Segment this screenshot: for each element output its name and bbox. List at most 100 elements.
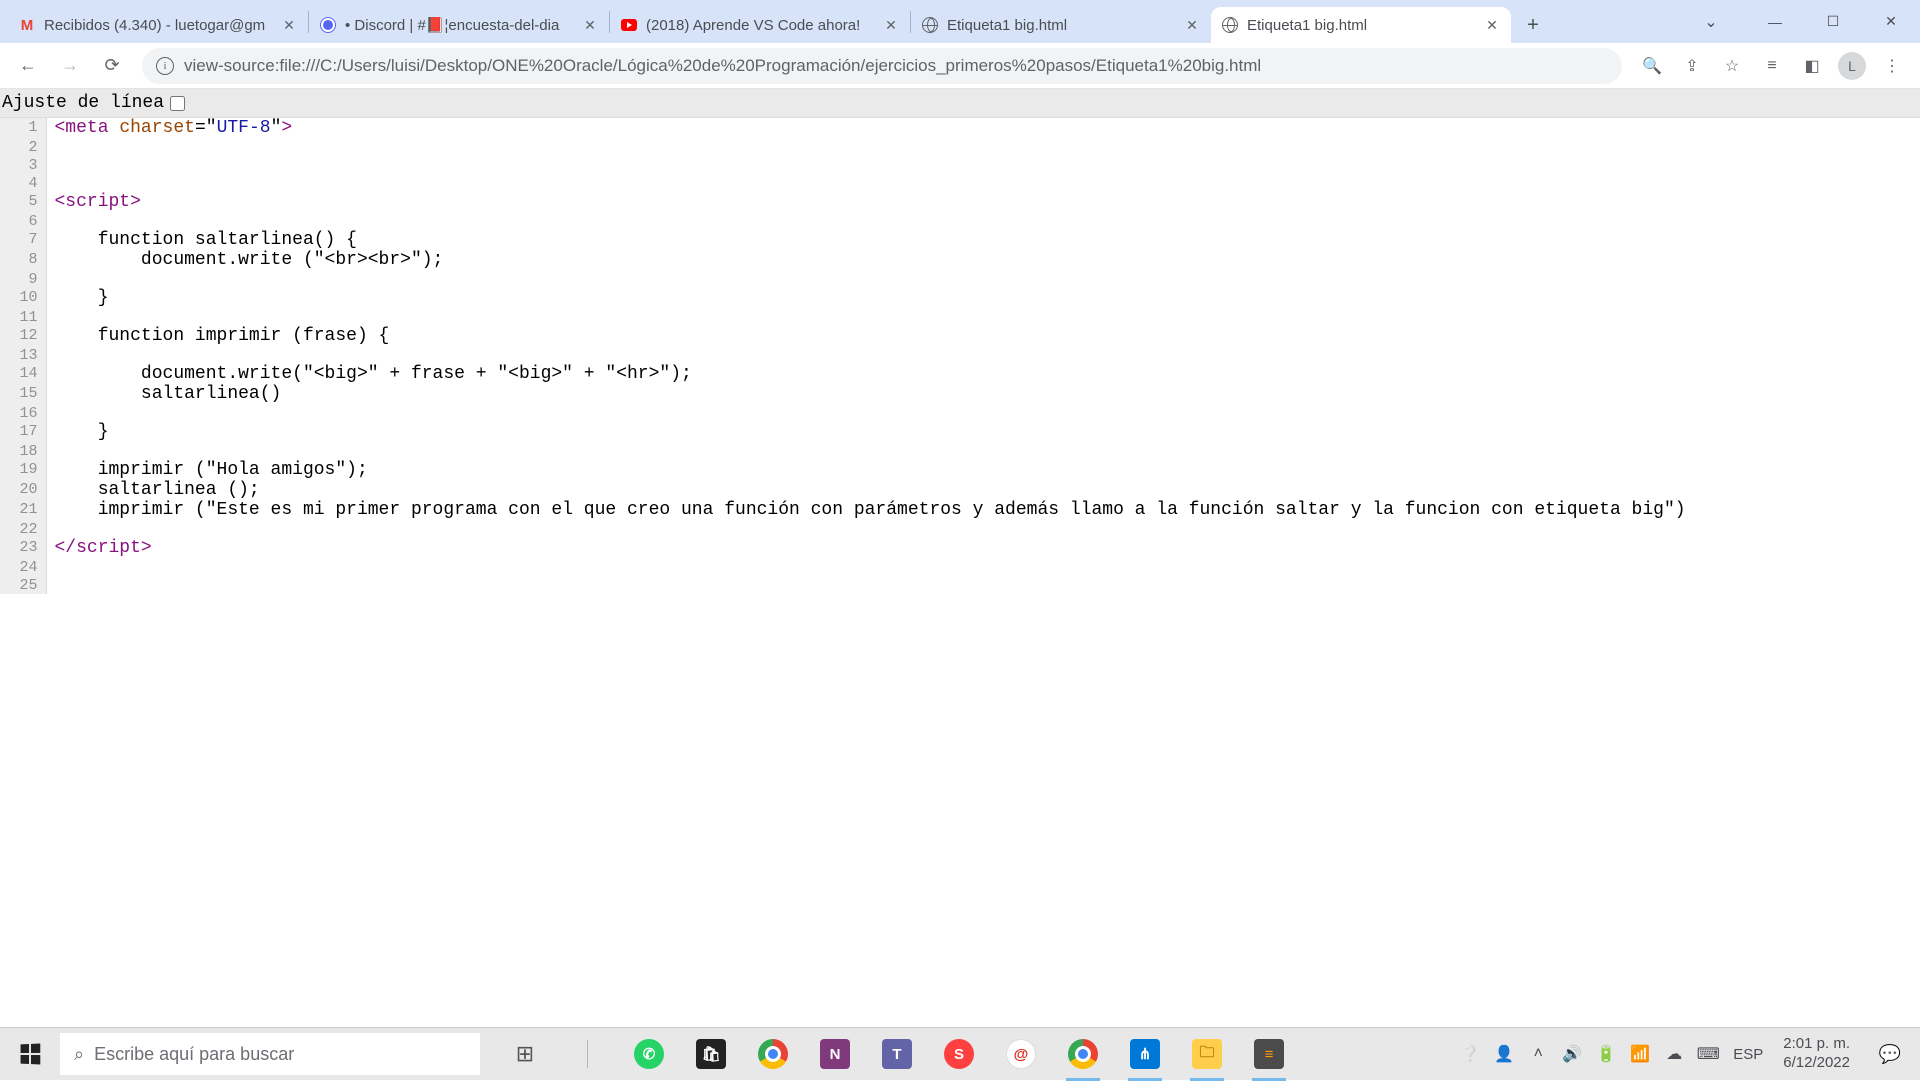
line-wrap-control: Ajuste de línea [0, 89, 1920, 118]
side-panel-icon[interactable]: ◧ [1794, 48, 1830, 84]
line-code[interactable] [46, 270, 1920, 288]
search-placeholder: Escribe aquí para buscar [94, 1044, 294, 1065]
line-code[interactable] [46, 138, 1920, 156]
maximize-button[interactable]: ☐ [1804, 0, 1862, 43]
battery-icon[interactable]: 🔋 [1593, 1028, 1619, 1081]
onenote-icon[interactable]: N [804, 1028, 866, 1081]
tab-etiqueta-source[interactable]: Etiqueta1 big.html ✕ [1211, 7, 1511, 43]
line-code[interactable]: saltarlinea (); [46, 480, 1920, 500]
new-tab-button[interactable]: + [1515, 7, 1551, 43]
source-line: 2 [0, 138, 1920, 156]
url-bar[interactable]: i view-source:file:///C:/Users/luisi/Des… [142, 48, 1622, 84]
line-code[interactable] [46, 212, 1920, 230]
line-code[interactable] [46, 576, 1920, 594]
line-code[interactable]: document.write ("<br><br>"); [46, 250, 1920, 270]
line-code[interactable]: function imprimir (frase) { [46, 326, 1920, 346]
line-code[interactable]: function saltarlinea() { [46, 230, 1920, 250]
help-icon[interactable]: ❔ [1457, 1028, 1483, 1081]
line-code[interactable]: } [46, 288, 1920, 308]
volume-icon[interactable]: 🔊 [1559, 1028, 1585, 1081]
tab-discord[interactable]: • Discord | #📕¦encuesta-del-dia ✕ [309, 7, 609, 43]
source-line: 25 [0, 576, 1920, 594]
line-number: 11 [0, 308, 46, 326]
action-center-icon[interactable]: 💬 [1866, 1028, 1914, 1081]
line-code[interactable]: imprimir ("Hola amigos"); [46, 460, 1920, 480]
close-icon[interactable]: ✕ [882, 16, 900, 34]
app-s-icon[interactable]: S [928, 1028, 990, 1081]
taskbar-search[interactable]: ⌕ Escribe aquí para buscar [60, 1033, 480, 1075]
reload-button[interactable]: ⟳ [94, 48, 130, 84]
line-code[interactable]: <script> [46, 192, 1920, 212]
line-number: 21 [0, 500, 46, 520]
source-line: 5<script> [0, 192, 1920, 212]
line-wrap-checkbox[interactable] [170, 96, 185, 111]
file-explorer-icon[interactable]: 🗀 [1176, 1028, 1238, 1081]
source-line: 19 imprimir ("Hola amigos"); [0, 460, 1920, 480]
line-code[interactable]: <meta charset="UTF-8"> [46, 118, 1920, 138]
line-code[interactable] [46, 308, 1920, 326]
line-code[interactable] [46, 174, 1920, 192]
windows-taskbar: ⌕ Escribe aquí para buscar ⊞ ✆ 🛍 N T S @… [0, 1027, 1920, 1080]
line-code[interactable]: } [46, 422, 1920, 442]
zoom-icon[interactable]: 🔍 [1634, 48, 1670, 84]
forward-button[interactable]: → [52, 48, 88, 84]
app-a-icon[interactable]: @ [990, 1028, 1052, 1081]
line-code[interactable] [46, 442, 1920, 460]
line-number: 4 [0, 174, 46, 192]
task-view-button[interactable]: ⊞ [494, 1028, 556, 1081]
start-button[interactable] [0, 1028, 60, 1081]
line-number: 2 [0, 138, 46, 156]
line-code[interactable]: </script> [46, 538, 1920, 558]
teams-icon[interactable]: T [866, 1028, 928, 1081]
share-icon[interactable]: ⇪ [1674, 48, 1710, 84]
tab-youtube[interactable]: (2018) Aprende VS Code ahora! ✕ [610, 7, 910, 43]
vscode-icon[interactable]: ⋔ [1114, 1028, 1176, 1081]
close-icon[interactable]: ✕ [1483, 16, 1501, 34]
line-code[interactable]: saltarlinea() [46, 384, 1920, 404]
reading-list-icon[interactable]: ≡ [1754, 48, 1790, 84]
back-button[interactable]: ← [10, 48, 46, 84]
tab-search-chevron-icon[interactable]: ⌄ [1682, 0, 1740, 43]
taskbar-divider [556, 1028, 618, 1081]
discord-icon [319, 16, 337, 34]
line-code[interactable] [46, 520, 1920, 538]
keyboard-icon[interactable]: ⌨ [1695, 1028, 1721, 1081]
chevron-up-icon[interactable]: ˄ [1525, 1028, 1551, 1081]
line-code[interactable]: imprimir ("Este es mi primer programa co… [46, 500, 1920, 520]
line-code[interactable] [46, 156, 1920, 174]
source-line: 12 function imprimir (frase) { [0, 326, 1920, 346]
source-line: 9 [0, 270, 1920, 288]
source-line: 1<meta charset="UTF-8"> [0, 118, 1920, 138]
close-icon[interactable]: ✕ [581, 16, 599, 34]
line-code[interactable] [46, 404, 1920, 422]
line-number: 14 [0, 364, 46, 384]
source-line: 7 function saltarlinea() { [0, 230, 1920, 250]
tab-etiqueta-page[interactable]: Etiqueta1 big.html ✕ [911, 7, 1211, 43]
language-indicator[interactable]: ESP [1729, 1028, 1767, 1081]
onedrive-icon[interactable]: ☁ [1661, 1028, 1687, 1081]
whatsapp-icon[interactable]: ✆ [618, 1028, 680, 1081]
close-window-button[interactable]: ✕ [1862, 0, 1920, 43]
chrome-running-icon[interactable] [1052, 1028, 1114, 1081]
close-icon[interactable]: ✕ [280, 16, 298, 34]
line-code[interactable]: document.write("<big>" + frase + "<big>"… [46, 364, 1920, 384]
language-label: ESP [1733, 1046, 1763, 1063]
chrome-icon[interactable] [742, 1028, 804, 1081]
line-code[interactable] [46, 558, 1920, 576]
line-number: 18 [0, 442, 46, 460]
tab-gmail[interactable]: M Recibidos (4.340) - luetogar@gm ✕ [8, 7, 308, 43]
sublime-icon[interactable]: ≡ [1238, 1028, 1300, 1081]
line-number: 20 [0, 480, 46, 500]
microsoft-store-icon[interactable]: 🛍 [680, 1028, 742, 1081]
source-line: 10 } [0, 288, 1920, 308]
bookmark-star-icon[interactable]: ☆ [1714, 48, 1750, 84]
minimize-button[interactable]: — [1746, 0, 1804, 43]
taskbar-clock[interactable]: 2:01 p. m. 6/12/2022 [1775, 1035, 1858, 1073]
wifi-icon[interactable]: 📶 [1627, 1028, 1653, 1081]
line-code[interactable] [46, 346, 1920, 364]
profile-avatar[interactable]: L [1838, 52, 1866, 80]
people-icon[interactable]: 👤 [1491, 1028, 1517, 1081]
kebab-menu-icon[interactable]: ⋮ [1874, 48, 1910, 84]
close-icon[interactable]: ✕ [1183, 16, 1201, 34]
site-info-icon[interactable]: i [156, 57, 174, 75]
